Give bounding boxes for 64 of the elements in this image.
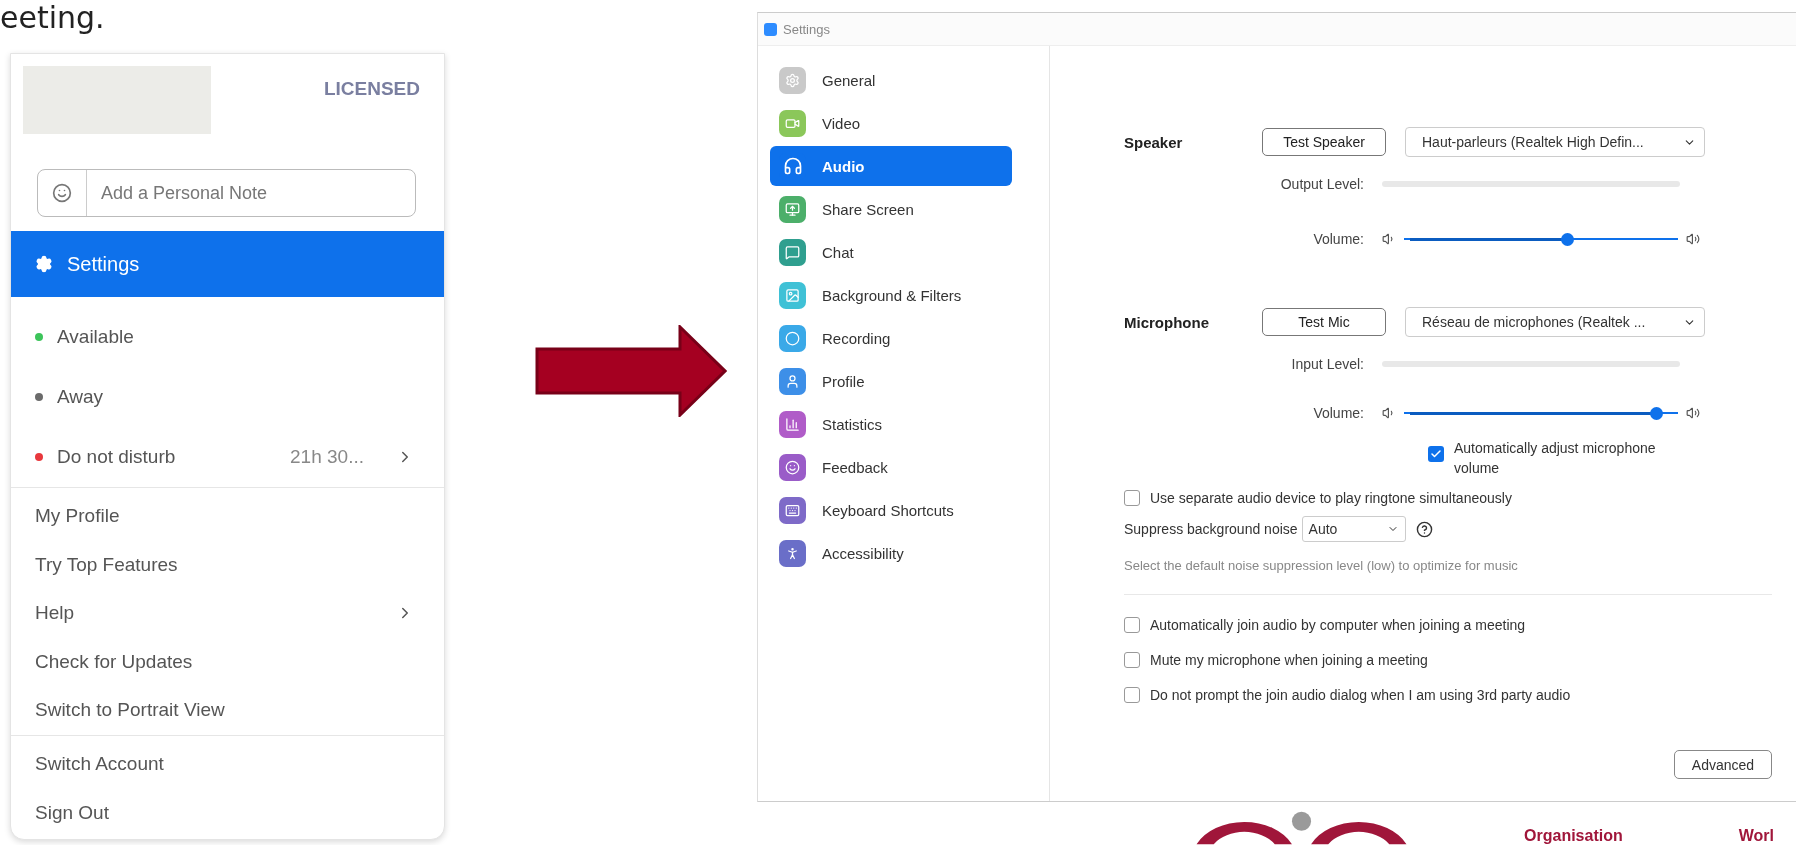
logo-text: Worl [1738, 827, 1775, 845]
hint-text: Select the default noise suppression level (low) to optimize for music [1124, 557, 1518, 573]
help-icon[interactable] [1415, 520, 1433, 538]
slide-heading: eeting. [0, 0, 106, 37]
checkbox-label: Do not prompt the join audio dialog when I am using 3rd party audio [1150, 686, 1571, 703]
checkbox[interactable] [1124, 490, 1140, 506]
sidebar-item[interactable]: Chat [770, 232, 1012, 272]
settings-label: Settings [67, 252, 140, 276]
test-button[interactable]: Test Speaker [1262, 128, 1386, 156]
suppress-label: Suppress background noise [1124, 521, 1298, 537]
sidebar-item[interactable]: Recording [770, 318, 1012, 358]
menu-item[interactable]: Switch to Portrait View [35, 699, 414, 722]
menu-item[interactable]: My Profile [35, 505, 414, 528]
slider-thumb[interactable] [1650, 406, 1664, 420]
volume-label: Volume: [1312, 231, 1364, 247]
sidebar-item[interactable]: Background & Filters [770, 275, 1012, 315]
test-button[interactable]: Test Mic [1262, 308, 1386, 336]
checkbox[interactable] [1428, 446, 1444, 462]
sidebar-item[interactable]: Profile [770, 361, 1012, 401]
device-dropdown[interactable]: Réseau de microphones (Realtek ... [1405, 307, 1705, 337]
settings-icon [35, 255, 53, 273]
window-title: Settings [783, 21, 830, 37]
note-field[interactable]: Add a Personal Note [37, 169, 416, 217]
checkbox-label: Use separate audio device to play ringtone simultaneously [1150, 490, 1512, 506]
checkbox-label: Mute my microphone when joining a meeting [1150, 651, 1428, 668]
checkbox-label: Automatically join audio by computer when joining a meeting [1150, 616, 1526, 633]
logo-text: Organisation [1524, 827, 1624, 845]
settings-menu-item[interactable]: Settings [11, 231, 444, 297]
menu-item[interactable]: Try Top Features [35, 553, 414, 576]
speaker-loud-icon [1686, 232, 1700, 246]
sidebar-item[interactable]: Audio [770, 146, 1012, 186]
sidebar-item[interactable]: General [770, 60, 1012, 100]
checkbox[interactable] [1124, 686, 1140, 703]
level-label: Input Level: [1290, 356, 1364, 372]
speaker-loud-icon [1686, 406, 1700, 420]
menu-item[interactable]: Check for Updates [35, 650, 414, 673]
sidebar-item[interactable]: Accessibility [770, 533, 1012, 573]
sidebar-item[interactable]: Video [770, 103, 1012, 143]
advanced-button[interactable]: Advanced [1674, 750, 1772, 779]
device-dropdown[interactable]: Haut-parleurs (Realtek High Defin... [1405, 127, 1705, 157]
status-item[interactable]: Available [57, 326, 414, 348]
noise-dropdown[interactable]: Auto [1301, 516, 1406, 542]
emoji-icon[interactable] [52, 183, 72, 203]
volume-label: Volume: [1312, 405, 1364, 421]
sidebar-item[interactable]: Keyboard Shortcuts [770, 490, 1012, 530]
sidebar-item[interactable]: Feedback [770, 447, 1012, 487]
level-label: Output Level: [1279, 176, 1364, 192]
menu-item[interactable]: Switch Account [35, 753, 414, 775]
checkbox-label: Automatically adjust microphone volume [1454, 439, 1657, 478]
checkbox[interactable] [1124, 616, 1140, 633]
checkbox[interactable] [1124, 651, 1140, 668]
app-icon [764, 22, 777, 36]
slider-thumb[interactable] [1561, 232, 1575, 246]
section-label: Microphone [1124, 313, 1210, 331]
menu-item[interactable]: Help [35, 602, 382, 625]
status-duration: 21h 30... [290, 446, 364, 468]
menu-item[interactable]: Sign Out [35, 802, 414, 824]
status-item[interactable]: Do not disturb [57, 446, 277, 468]
check-icon [1430, 448, 1442, 460]
sidebar-item[interactable]: Share Screen [770, 189, 1012, 229]
license-label: LICENSED [323, 78, 420, 101]
sidebar-item[interactable]: Statistics [770, 404, 1012, 444]
section-label: Speaker [1124, 133, 1184, 151]
status-item[interactable]: Away [57, 386, 414, 408]
